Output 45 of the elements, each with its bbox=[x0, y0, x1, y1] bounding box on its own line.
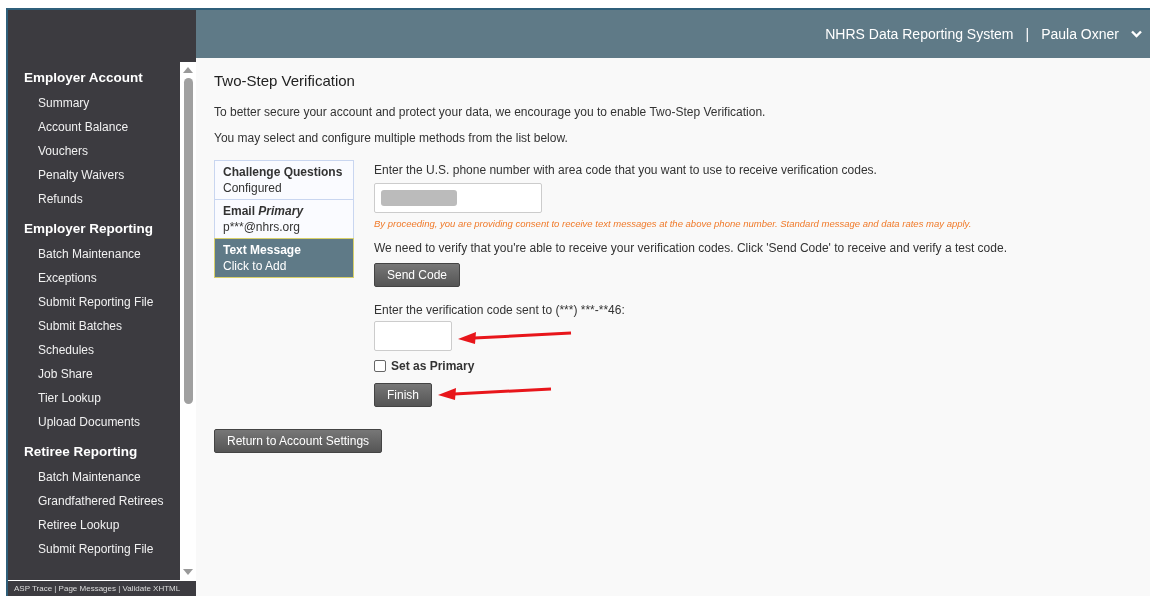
sidebar-item[interactable]: Schedules bbox=[24, 338, 168, 362]
separator: | bbox=[1025, 26, 1030, 42]
sidebar-item[interactable]: Batch Maintenance bbox=[24, 465, 168, 489]
user-name[interactable]: Paula Oxner bbox=[1041, 26, 1119, 42]
sidebar-item[interactable]: Grandfathered Retirees bbox=[24, 489, 168, 513]
footer-links: ASP Trace | Page Messages | Validate XHTML bbox=[8, 580, 196, 596]
finish-button[interactable]: Finish bbox=[374, 383, 432, 407]
sidebar-item[interactable]: Job Share bbox=[24, 362, 168, 386]
sidebar-item[interactable]: Account Balance bbox=[24, 115, 168, 139]
intro-text: To better secure your account and protect your data, we encourage you to enable Two-Step Verification. bbox=[214, 105, 767, 119]
sidebar-item[interactable]: Exceptions bbox=[24, 266, 168, 290]
chevron-down-icon[interactable] bbox=[1131, 30, 1142, 38]
sidebar-item[interactable]: Submit Reporting File bbox=[24, 290, 168, 314]
sidebar-item[interactable]: Refunds bbox=[24, 187, 168, 211]
sidebar-item[interactable]: Summary bbox=[24, 91, 168, 115]
sidebar-item[interactable]: Vouchers bbox=[24, 139, 168, 163]
scroll-down-icon[interactable] bbox=[183, 568, 193, 576]
phone-field[interactable] bbox=[374, 183, 542, 213]
sidebar-heading: Employer Account bbox=[24, 70, 144, 85]
method-tab[interactable]: Email Primary p***@nhrs.org bbox=[214, 199, 354, 239]
set-primary-label[interactable]: Set as Primary bbox=[391, 359, 475, 373]
code-field[interactable] bbox=[374, 321, 452, 351]
sidebar-item[interactable]: Tier Lookup bbox=[24, 386, 168, 410]
sidebar-heading: Retiree Reporting bbox=[24, 444, 139, 459]
consent-notice: By proceeding, you are providing consent to receive text messages at the above phone number. Standard message and data rates may apply. bbox=[374, 218, 972, 229]
method-tab[interactable]: Text Message Click to Add bbox=[214, 238, 354, 278]
page-title: Two-Step Verification bbox=[214, 72, 356, 89]
sidebar-item[interactable]: Upload Documents bbox=[24, 410, 168, 434]
verify-text: We need to verify that you're able to receive your verification codes. Click 'Send Code' to receive and verify a test code. bbox=[374, 241, 1007, 255]
sidebar-item[interactable]: Penalty Waivers bbox=[24, 163, 168, 187]
sidebar-item[interactable]: Submit Batches bbox=[24, 314, 168, 338]
scroll-up-icon[interactable] bbox=[183, 66, 193, 74]
code-label: Enter the verification code sent to (***) ***-**46: bbox=[374, 303, 625, 317]
sidebar-item[interactable]: Retiree Lookup bbox=[24, 513, 168, 537]
return-button[interactable]: Return to Account Settings bbox=[214, 429, 383, 453]
scrollbar[interactable] bbox=[180, 62, 196, 580]
system-name: NHRS Data Reporting System bbox=[825, 26, 1014, 42]
method-tab[interactable]: Challenge Questions Configured bbox=[214, 160, 354, 200]
sidebar-item[interactable]: Batch Maintenance bbox=[24, 242, 168, 266]
sidebar-item[interactable]: Submit Reporting File bbox=[24, 537, 168, 561]
phone-label: Enter the U.S. phone number with area code that you want to use to receive verification codes. bbox=[374, 163, 877, 177]
sidebar-heading: Employer Reporting bbox=[24, 221, 154, 236]
send-code-button[interactable]: Send Code bbox=[374, 263, 461, 287]
intro-text: You may select and configure multiple methods from the list below. bbox=[214, 131, 569, 145]
checkbox[interactable] bbox=[374, 360, 386, 372]
